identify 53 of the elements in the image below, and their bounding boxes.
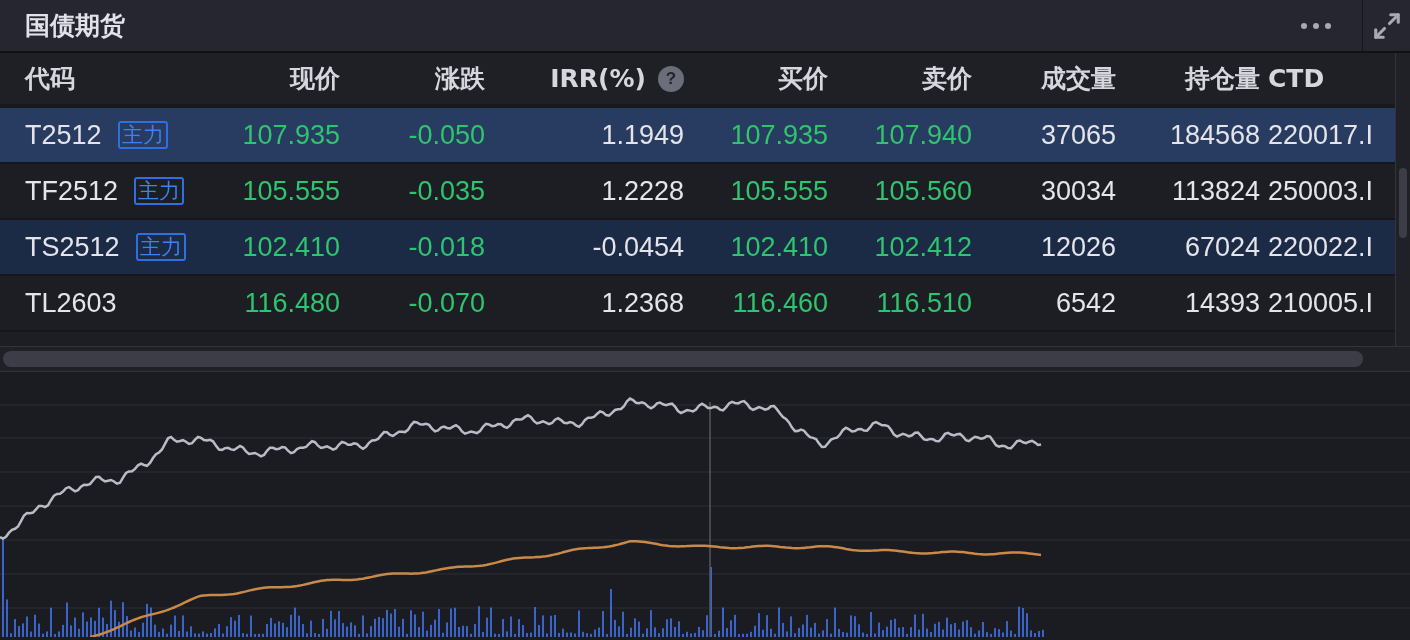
panel-title: 国债期货 (24, 9, 125, 42)
table-cell-text: 210005.I (1268, 286, 1374, 320)
table-cell-text: 14393 (1184, 286, 1260, 320)
table-cell-text: 107.940 (874, 118, 972, 152)
table-cell-text: 105.560 (874, 174, 972, 208)
vertical-scrollbar[interactable] (1395, 53, 1410, 346)
horizontal-scrollbar[interactable] (0, 346, 1410, 372)
column-header[interactable]: 涨跌 (435, 59, 485, 98)
table-cell-text: 102.410 (242, 230, 340, 264)
table-cell-text: -0.035 (408, 174, 485, 208)
table-cell-text: 107.935 (242, 118, 340, 152)
column-header[interactable]: CTD (1268, 59, 1325, 98)
table-cell-text: 67024 (1184, 230, 1260, 264)
table-cell-text: 102.412 (874, 230, 972, 264)
table-cell-text: 6542 (1055, 286, 1116, 320)
table-row[interactable]: T2512 主力 107.935 -0.050 1.1949 107.935 107.940 37065 184568 220017.I (0, 108, 1395, 164)
table-cell-text: 220022.I (1268, 230, 1374, 264)
table-cell-text: 105.555 (242, 174, 340, 208)
column-header[interactable]: IRR(%) (550, 59, 646, 98)
table-cell-text: -0.050 (408, 118, 485, 152)
table-cell-text: 116.510 (876, 286, 972, 320)
table-cell-text: 1.2368 (601, 286, 684, 320)
main-contract-tag: 主力 (134, 177, 185, 205)
table-row[interactable]: TS2512 主力 102.410 -0.018 -0.0454 102.410 102.412 12026 67024 220022.I (0, 220, 1395, 276)
main-contract-tag: 主力 (117, 121, 168, 149)
table-cell-text: 116.480 (244, 286, 340, 320)
column-header[interactable]: 持仓量 (1185, 59, 1260, 98)
column-header[interactable]: 成交量 (1041, 59, 1116, 98)
table-cell-text: TF2512 (25, 174, 119, 208)
column-header[interactable]: 现价 (290, 59, 340, 98)
table-cell-text: 1.2228 (601, 174, 684, 208)
table-cell-text: 30034 (1040, 174, 1116, 208)
table-cell-text: 107.935 (730, 118, 828, 152)
table-cell-text: 102.410 (730, 230, 828, 264)
table-cell-text: 116.460 (732, 286, 828, 320)
table-cell-text: T2512 (25, 118, 102, 152)
table-cell-text: 105.555 (730, 174, 828, 208)
column-header[interactable]: 卖价 (922, 59, 972, 98)
table-cell-text: 220017.I (1268, 118, 1374, 152)
table-cell-text: 113824 (1171, 174, 1260, 208)
column-header[interactable]: 代码 (25, 59, 75, 98)
table-cell-text: TL2603 (25, 286, 117, 320)
table-cell-text: -0.070 (408, 286, 485, 320)
table-cell-text: 250003.I (1268, 174, 1374, 208)
table-cell-text: 1.1949 (601, 118, 684, 152)
table-cell-text: -0.0454 (592, 230, 684, 264)
table-cell-text: 37065 (1040, 118, 1116, 152)
table-cell-text: TS2512 (25, 230, 120, 264)
table-cell-text: -0.018 (408, 230, 485, 264)
column-header[interactable]: 买价 (778, 59, 828, 98)
table-cell-text: 12026 (1040, 230, 1116, 264)
table-cell-text: 184568 (1169, 118, 1260, 152)
main-contract-tag: 主力 (135, 233, 186, 261)
